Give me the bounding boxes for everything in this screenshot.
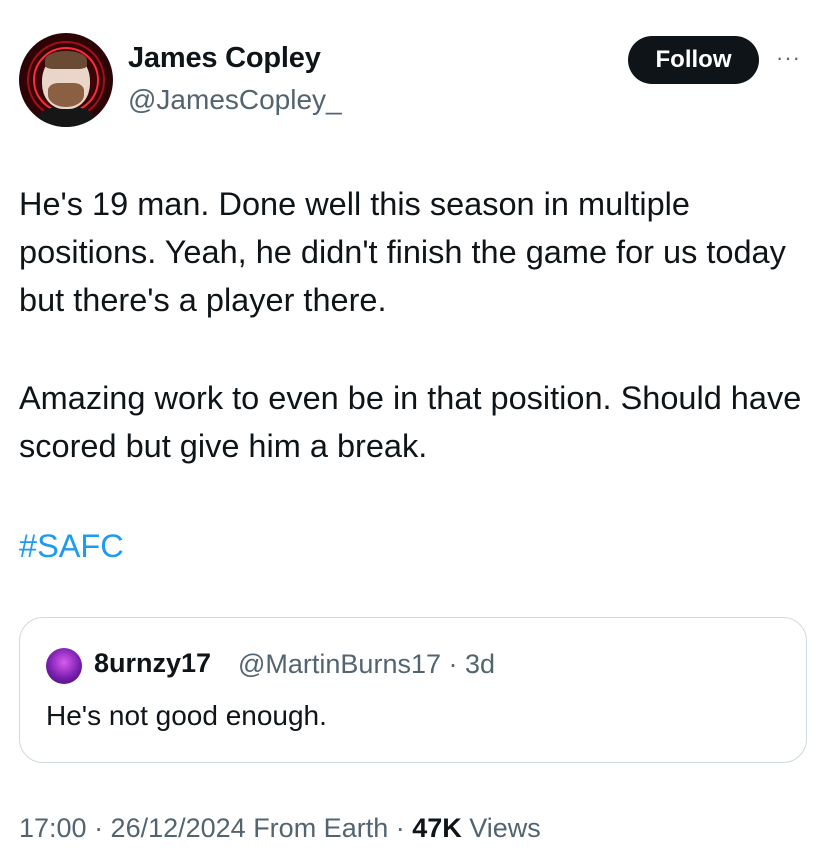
- tweet-footer: 17:00 · 26/12/2024 From Earth · 47K View…: [19, 813, 541, 844]
- avatar-hair: [45, 51, 87, 69]
- timestamp[interactable]: 17:00 · 26/12/2024 From Earth ·: [19, 813, 412, 843]
- more-options-icon[interactable]: ···: [776, 47, 801, 69]
- hashtag-link[interactable]: #SAFC: [19, 522, 124, 570]
- author-avatar[interactable]: [19, 33, 113, 127]
- views-label: Views: [461, 813, 541, 843]
- quoted-author-name: 8urnzy17: [94, 648, 212, 678]
- avatar-beard: [48, 83, 84, 107]
- avatar-shirt: [37, 107, 95, 127]
- quoted-author-avatar: [46, 648, 82, 684]
- quoted-tweet[interactable]: 8urnzy17 @MartinBurns17 · 3d He's not go…: [19, 617, 807, 763]
- author-handle[interactable]: @JamesCopley_: [128, 84, 342, 116]
- quoted-author-meta: @MartinBurns17 · 3d: [238, 649, 496, 679]
- tweet-paragraph-1: He's 19 man. Done well this season in mu…: [19, 186, 786, 318]
- quoted-tweet-text: He's not good enough.: [46, 700, 327, 731]
- views-count: 47K: [412, 813, 462, 843]
- follow-button[interactable]: Follow: [628, 36, 759, 84]
- author-name[interactable]: James Copley: [128, 42, 321, 75]
- tweet-paragraph-2: Amazing work to even be in that position…: [19, 380, 802, 464]
